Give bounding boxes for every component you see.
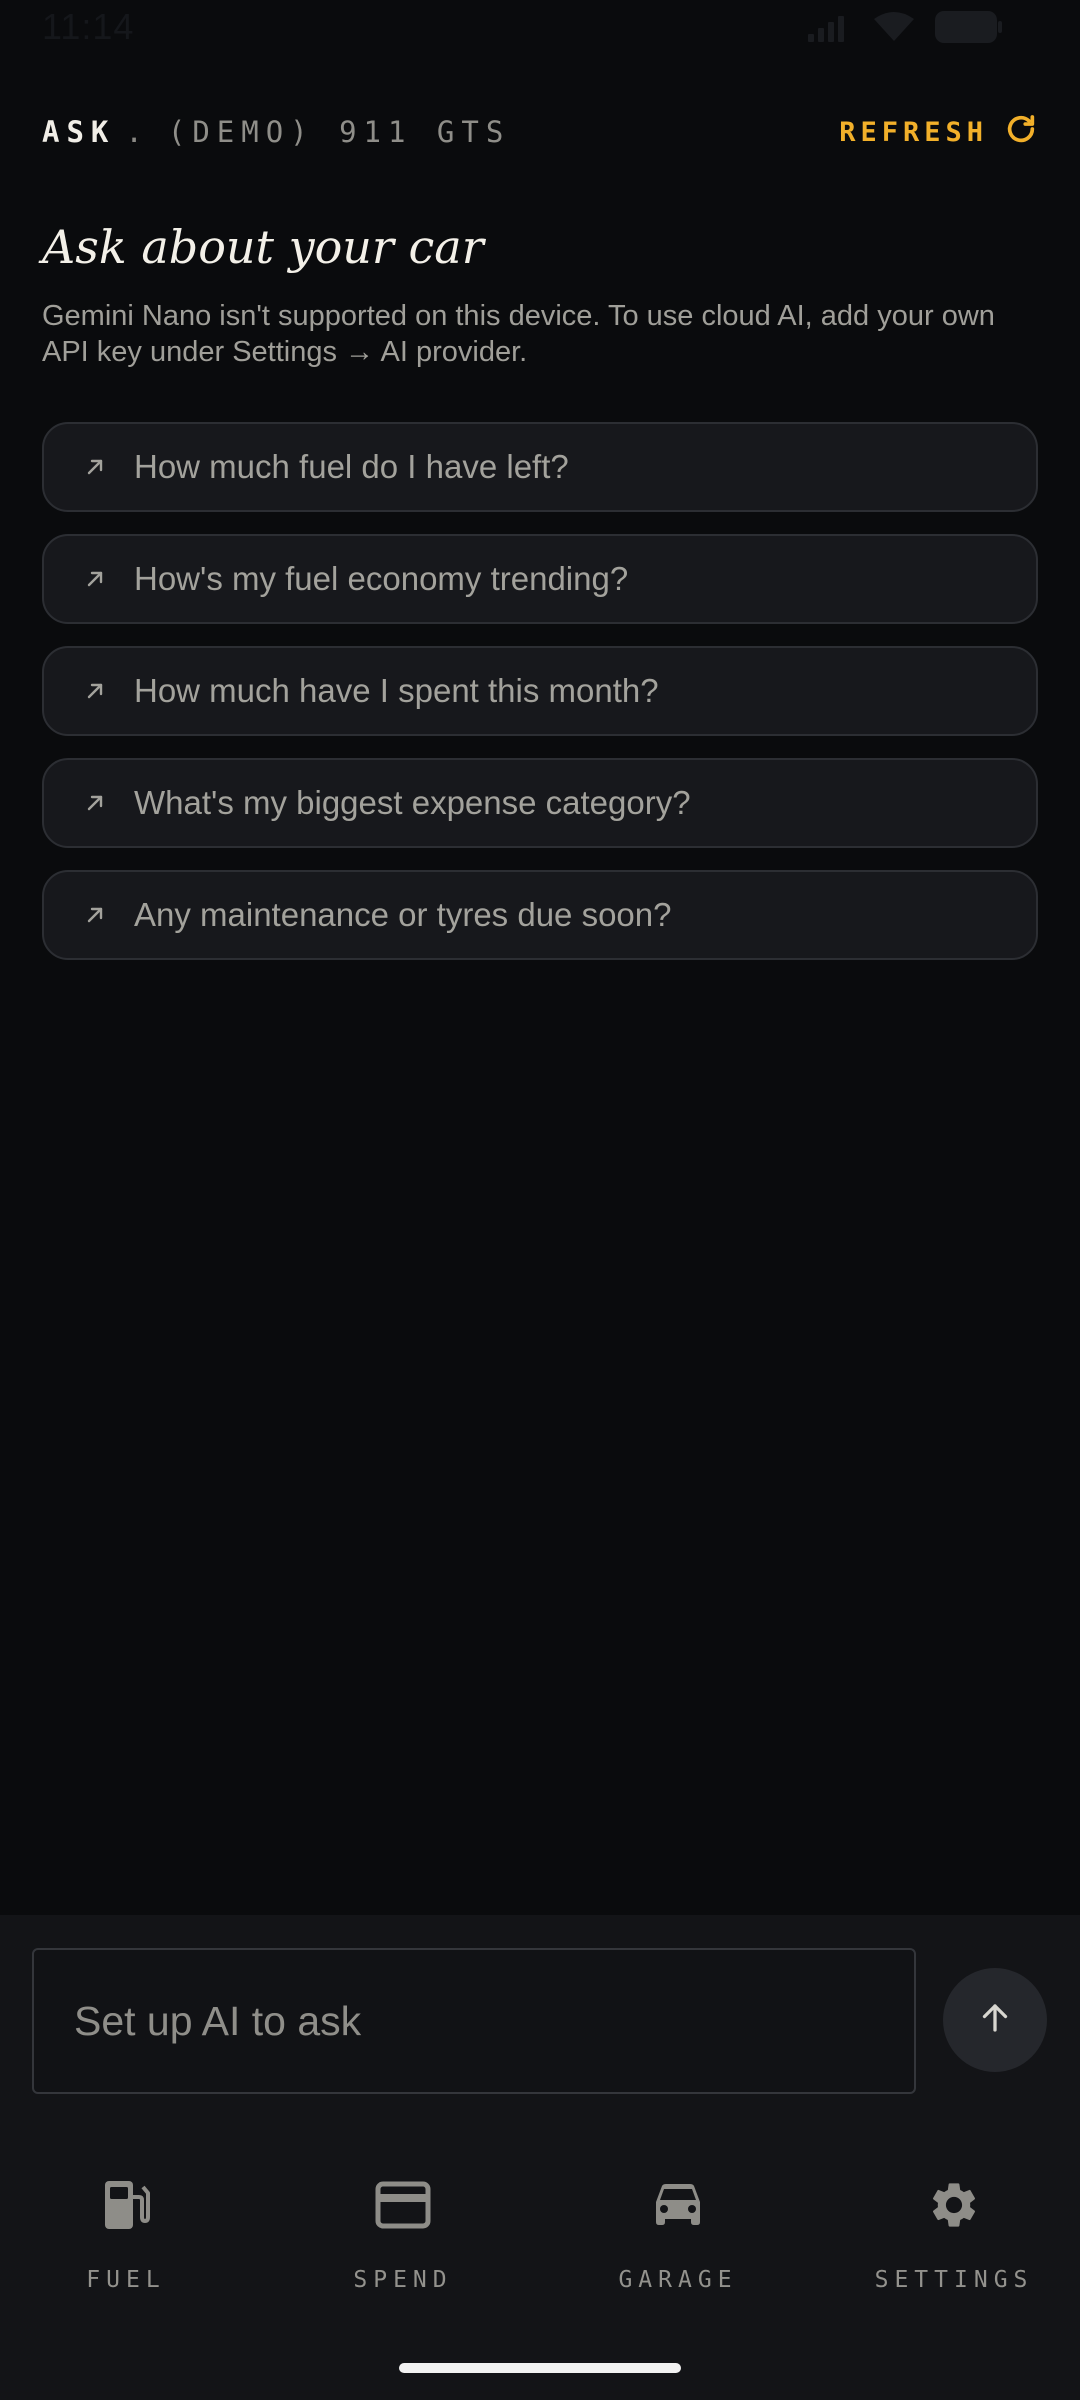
battery-icon: [934, 10, 1004, 44]
arrow-up-right-icon: [82, 902, 108, 928]
vehicle-name: (DEMO) 911 GTS: [167, 115, 511, 149]
nav-item-garage[interactable]: GARAGE: [578, 2177, 778, 2293]
suggestion-chip[interactable]: Any maintenance or tyres due soon?: [42, 870, 1038, 960]
credit-card-icon: [375, 2177, 431, 2233]
suggestion-label: How much fuel do I have left?: [134, 448, 569, 485]
nav-label: SPEND: [353, 2267, 453, 2293]
wifi-icon: [872, 11, 916, 43]
nav-item-spend[interactable]: SPEND: [303, 2177, 503, 2293]
refresh-icon: [1004, 112, 1038, 153]
status-icons: [808, 10, 1004, 44]
header-title: ASK . (DEMO) 911 GTS: [42, 115, 510, 149]
suggestion-chip[interactable]: How much have I spent this month?: [42, 646, 1038, 736]
arrow-up-icon: [977, 2000, 1013, 2041]
refresh-label: REFRESH: [839, 116, 988, 148]
top-header: ASK . (DEMO) 911 GTS REFRESH: [42, 108, 1038, 156]
signal-icon: [808, 12, 854, 42]
suggestion-label: Any maintenance or tyres due soon?: [134, 896, 672, 933]
header-separator: .: [125, 115, 150, 149]
suggestion-label: How much have I spent this month?: [134, 672, 659, 709]
arrow-up-right-icon: [82, 790, 108, 816]
arrow-up-right-icon: [82, 566, 108, 592]
suggestion-chip[interactable]: How's my fuel economy trending?: [42, 534, 1038, 624]
gear-icon: [927, 2177, 981, 2233]
arrow-up-right-icon: [82, 678, 108, 704]
suggestion-label: How's my fuel economy trending?: [134, 560, 629, 597]
fuel-pump-icon: [101, 2177, 151, 2233]
suggestion-chip[interactable]: What's my biggest expense category?: [42, 758, 1038, 848]
nav-item-settings[interactable]: SETTINGS: [854, 2177, 1054, 2293]
suggestion-chip[interactable]: How much fuel do I have left?: [42, 422, 1038, 512]
nav-label: FUEL: [86, 2267, 166, 2293]
send-button[interactable]: [943, 1968, 1047, 2072]
nav-item-fuel[interactable]: FUEL: [26, 2177, 226, 2293]
status-time: 11:14: [42, 6, 135, 47]
suggestion-list: How much fuel do I have left? How's my f…: [42, 422, 1038, 960]
home-indicator[interactable]: [399, 2363, 681, 2373]
section-name: ASK: [42, 115, 116, 149]
suggestion-label: What's my biggest expense category?: [134, 784, 691, 821]
status-bar: 11:14: [0, 0, 1080, 60]
nav-label: SETTINGS: [874, 2267, 1034, 2293]
composer-bar: [0, 1915, 1080, 2115]
refresh-button[interactable]: REFRESH: [839, 112, 1038, 153]
ai-unavailable-message: Gemini Nano isn't supported on this devi…: [42, 300, 995, 368]
car-icon: [651, 2177, 705, 2233]
page-title: Ask about your car: [42, 220, 484, 274]
nav-label: GARAGE: [618, 2267, 738, 2293]
bottom-navigation: FUEL SPEND GARAGE SETTINGS: [0, 2115, 1080, 2400]
arrow-up-right-icon: [82, 454, 108, 480]
ask-input[interactable]: [32, 1948, 916, 2094]
